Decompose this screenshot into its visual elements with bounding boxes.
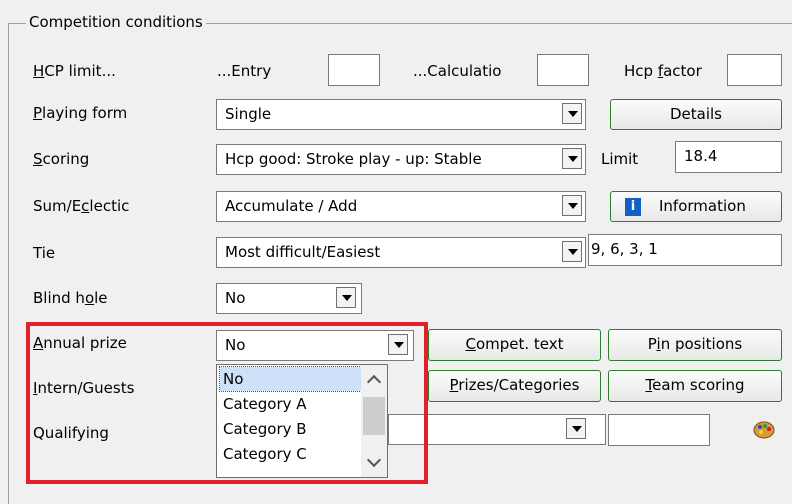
sum-eclectic-select[interactable]: Accumulate / Add — [216, 191, 586, 222]
hcp-limit-label: HCP limit... — [33, 62, 116, 80]
limit-input[interactable]: 18.4 — [675, 141, 782, 173]
pin-positions-button[interactable]: Pin positions — [608, 329, 782, 361]
tie-value: Most difficult/Easiest — [225, 243, 381, 261]
qualifying-extra-input[interactable] — [608, 414, 710, 446]
hcp-factor-label: Hcp factor — [624, 62, 702, 80]
section-title: Competition conditions — [26, 12, 206, 32]
playing-form-select[interactable]: Single — [216, 99, 586, 130]
blind-hole-select[interactable]: No — [216, 283, 362, 314]
chevron-down-icon[interactable] — [562, 103, 582, 124]
chevron-down-icon[interactable] — [336, 287, 356, 308]
highlight-box — [26, 322, 428, 484]
blind-hole-value: No — [225, 289, 246, 307]
hcp-factor-input[interactable] — [727, 54, 782, 86]
scoring-select[interactable]: Hcp good: Stroke play - up: Stable — [216, 144, 586, 175]
tie-sequence-input[interactable]: 9, 6, 3, 1 — [588, 234, 782, 266]
scoring-label: Scoring — [33, 150, 90, 168]
information-icon: i — [625, 197, 641, 216]
hcp-entry-input[interactable] — [328, 54, 380, 86]
tie-label: Tie — [33, 244, 56, 262]
hcp-calculation-label: ...Calculatio — [413, 62, 502, 80]
prizes-categories-button[interactable]: Prizes/Categories — [428, 370, 601, 402]
details-button[interactable]: Details — [610, 99, 782, 130]
playing-form-label: Playing form — [33, 104, 128, 122]
limit-label: Limit — [601, 150, 639, 168]
chevron-down-icon[interactable] — [566, 418, 586, 439]
chevron-down-icon[interactable] — [562, 148, 582, 169]
chevron-down-icon[interactable] — [562, 195, 582, 216]
palette-icon[interactable] — [752, 420, 776, 440]
chevron-down-icon[interactable] — [562, 241, 582, 262]
playing-form-value: Single — [225, 105, 272, 123]
information-label: Information — [659, 197, 746, 215]
team-scoring-button[interactable]: Team scoring — [608, 370, 782, 402]
sum-eclectic-label: Sum/Eclectic — [33, 197, 130, 215]
blind-hole-label: Blind hole — [33, 289, 108, 307]
hcp-calculation-input[interactable] — [537, 54, 589, 86]
scoring-value: Hcp good: Stroke play - up: Stable — [225, 150, 482, 168]
compet-text-button[interactable]: Compet. text — [428, 329, 601, 361]
hcp-entry-label: ...Entry — [217, 62, 272, 80]
information-button[interactable]: i Information — [610, 191, 782, 222]
tie-select[interactable]: Most difficult/Easiest — [216, 237, 586, 268]
sum-eclectic-value: Accumulate / Add — [225, 197, 358, 215]
